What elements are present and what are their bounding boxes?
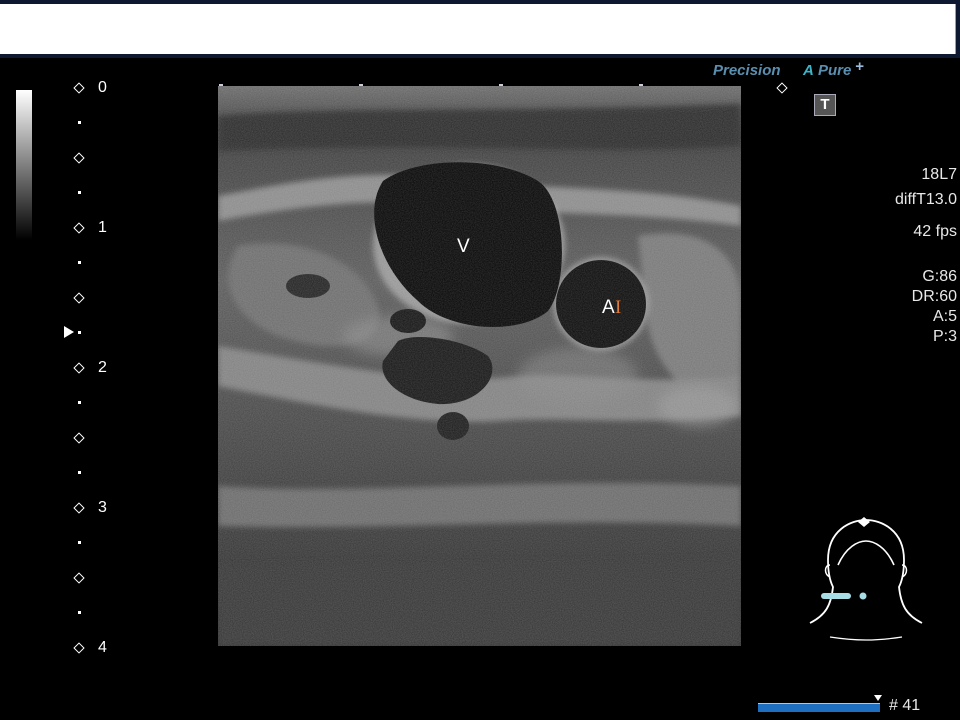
text-cursor: I [615,297,622,318]
frame-number: # 41 [889,697,921,714]
header-bar [0,0,960,58]
dynamic-range-value: DR:60 [911,288,957,305]
a-value: A:5 [932,308,957,325]
ultrasound-scan-svg [218,86,741,646]
ultrasound-image[interactable] [218,86,741,646]
mode-label: diffT13.0 [895,191,957,208]
brand-plus: + [855,58,864,75]
brand-precision: Precision [713,62,781,79]
focus-zone-icon [776,82,788,94]
depth-label-2: 2 [98,359,107,376]
depth-label-4: 4 [98,639,107,656]
depth-label-1: 1 [98,219,107,236]
grayscale-bar [16,90,32,240]
focus-marker-icon[interactable] [64,326,74,338]
patient-info-field[interactable] [0,4,956,54]
depth-label-0: 0 [98,79,107,96]
cine-progress-bar[interactable] [758,703,880,712]
transducer-label: 18L7 [921,166,957,183]
cine-position-marker-icon[interactable] [874,695,882,701]
depth-scale: 0 1 2 3 4 [60,0,120,720]
artery-label: A [602,297,615,318]
vein-label: V [457,236,470,257]
depth-label-3: 3 [98,499,107,516]
p-value: P:3 [932,328,957,345]
gain-value: G:86 [922,268,957,285]
frame-rate: 42 fps [913,223,957,240]
brand-a: A [803,62,814,79]
brand-pure: Pure [818,62,852,79]
text-tool-icon[interactable]: T [814,94,836,116]
neck-body-marker-icon[interactable] [806,515,926,645]
